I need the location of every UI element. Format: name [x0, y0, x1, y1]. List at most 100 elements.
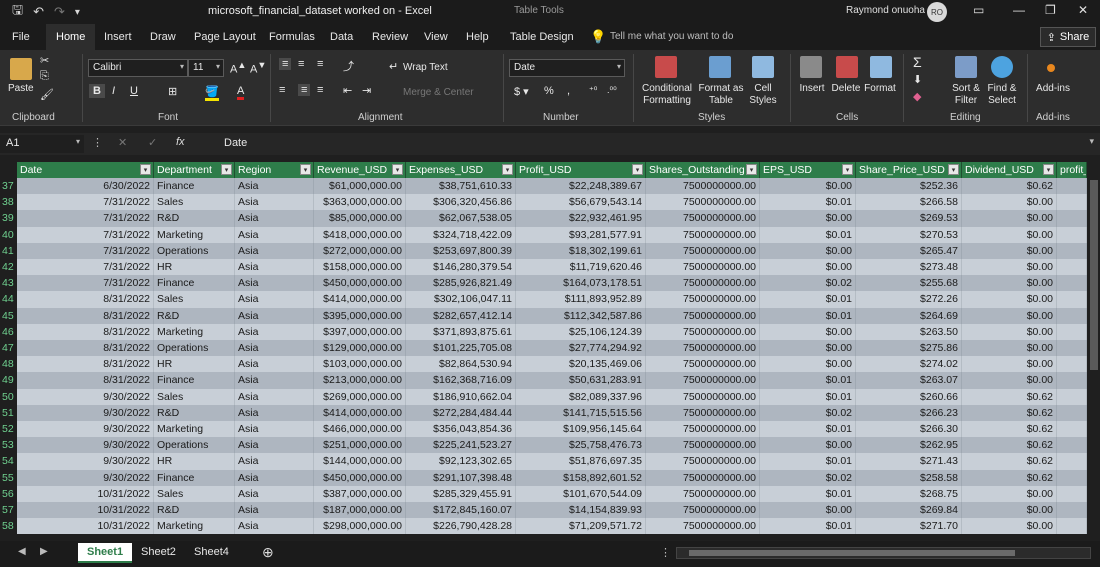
- table-cell[interactable]: $363,000,000.00: [314, 194, 406, 211]
- table-cell[interactable]: $270.53: [856, 226, 962, 243]
- user-name[interactable]: Raymond onuoha: [846, 5, 925, 16]
- table-cell[interactable]: [1057, 210, 1087, 227]
- table-cell[interactable]: 6/30/2022: [17, 178, 154, 195]
- table-cell[interactable]: $112,342,587.86: [516, 307, 646, 324]
- table-cell[interactable]: $158,892,601.52: [516, 469, 646, 486]
- font-color-icon[interactable]: A: [237, 85, 245, 100]
- table-cell[interactable]: Operations: [154, 437, 235, 454]
- table-cell[interactable]: $269.53: [856, 210, 962, 227]
- column-header[interactable]: Region ▾: [235, 162, 314, 178]
- table-cell[interactable]: $269,000,000.00: [314, 388, 406, 405]
- close-icon[interactable]: ✕: [1078, 3, 1088, 17]
- table-cell[interactable]: $0.00: [962, 502, 1057, 519]
- table-cell[interactable]: [1057, 275, 1087, 292]
- table-cell[interactable]: $273.48: [856, 259, 962, 276]
- table-cell[interactable]: $71,209,571.72: [516, 518, 646, 535]
- table-cell[interactable]: $302,106,047.11: [406, 291, 516, 308]
- table-cell[interactable]: $275.86: [856, 340, 962, 357]
- align-bottom-icon[interactable]: ≡: [317, 58, 323, 70]
- table-cell[interactable]: Sales: [154, 194, 235, 211]
- table-cell[interactable]: $85,000,000.00: [314, 210, 406, 227]
- table-cell[interactable]: $255.68: [856, 275, 962, 292]
- table-cell[interactable]: 7500000000.00: [646, 340, 760, 357]
- row-number[interactable]: 52: [0, 421, 17, 438]
- row-number[interactable]: 54: [0, 453, 17, 470]
- table-cell[interactable]: $0.00: [760, 437, 856, 454]
- table-cell[interactable]: $266.23: [856, 404, 962, 421]
- save-icon[interactable]: 🖫: [12, 1, 23, 23]
- table-cell[interactable]: $387,000,000.00: [314, 485, 406, 502]
- table-cell[interactable]: $266.58: [856, 194, 962, 211]
- table-cell[interactable]: $109,956,145.64: [516, 421, 646, 438]
- percent-icon[interactable]: %: [544, 85, 554, 97]
- table-cell[interactable]: 7500000000.00: [646, 275, 760, 292]
- table-cell[interactable]: $450,000,000.00: [314, 275, 406, 292]
- table-cell[interactable]: $0.00: [760, 259, 856, 276]
- increase-font-icon[interactable]: A▲: [230, 60, 246, 76]
- share-button[interactable]: ⇪ Share: [1040, 27, 1096, 47]
- fill-icon[interactable]: ⬇: [913, 73, 922, 86]
- row-number[interactable]: 41: [0, 242, 17, 259]
- table-cell[interactable]: $0.00: [760, 323, 856, 340]
- table-cell[interactable]: Asia: [235, 485, 314, 502]
- table-cell[interactable]: $0.62: [962, 421, 1057, 438]
- customize-toolbar-icon[interactable]: ▾: [75, 7, 80, 18]
- table-cell[interactable]: $187,000,000.00: [314, 502, 406, 519]
- table-cell[interactable]: $162,368,716.09: [406, 372, 516, 389]
- table-cell[interactable]: Finance: [154, 469, 235, 486]
- table-cell[interactable]: 10/31/2022: [17, 502, 154, 519]
- filter-dropdown-icon[interactable]: ▾: [502, 164, 513, 175]
- table-cell[interactable]: [1057, 437, 1087, 454]
- spreadsheet-grid[interactable]: Date ▾ Department ▾ Region ▾ Revenue_USD ▾ Expen…: [0, 162, 1100, 536]
- table-cell[interactable]: $0.00: [962, 194, 1057, 211]
- table-cell[interactable]: 7/31/2022: [17, 259, 154, 276]
- format-as-table-icon[interactable]: [709, 56, 731, 78]
- table-cell[interactable]: 8/31/2022: [17, 323, 154, 340]
- table-cell[interactable]: $466,000,000.00: [314, 421, 406, 438]
- table-cell[interactable]: $61,000,000.00: [314, 178, 406, 195]
- redo-icon[interactable]: ↷: [54, 4, 65, 20]
- table-cell[interactable]: Asia: [235, 178, 314, 195]
- table-cell[interactable]: $27,774,294.92: [516, 340, 646, 357]
- table-cell[interactable]: $263.50: [856, 323, 962, 340]
- table-cell[interactable]: $397,000,000.00: [314, 323, 406, 340]
- table-cell[interactable]: 7/31/2022: [17, 194, 154, 211]
- table-cell[interactable]: [1057, 242, 1087, 259]
- table-cell[interactable]: $414,000,000.00: [314, 404, 406, 421]
- column-header[interactable]: Date ▾: [17, 162, 154, 178]
- table-cell[interactable]: $14,154,839.93: [516, 502, 646, 519]
- table-cell[interactable]: 7500000000.00: [646, 291, 760, 308]
- column-header[interactable]: Shares_Outstanding ▾: [646, 162, 760, 178]
- delete-cells-button[interactable]: Delete: [830, 83, 862, 95]
- table-cell[interactable]: [1057, 404, 1087, 421]
- table-cell[interactable]: [1057, 226, 1087, 243]
- table-cell[interactable]: $271.70: [856, 518, 962, 535]
- table-cell[interactable]: $0.00: [760, 356, 856, 373]
- table-cell[interactable]: $306,320,456.86: [406, 194, 516, 211]
- expand-formula-icon[interactable]: ▾: [1089, 136, 1094, 147]
- table-cell[interactable]: $0.01: [760, 194, 856, 211]
- row-number[interactable]: 48: [0, 356, 17, 373]
- table-cell[interactable]: 7500000000.00: [646, 485, 760, 502]
- format-cells-button[interactable]: Format: [863, 83, 897, 95]
- addins-button[interactable]: Add-ins: [1033, 83, 1073, 95]
- table-cell[interactable]: Asia: [235, 404, 314, 421]
- table-cell[interactable]: R&D: [154, 404, 235, 421]
- fill-color-icon[interactable]: 🪣: [205, 85, 219, 101]
- table-cell[interactable]: $111,893,952.89: [516, 291, 646, 308]
- row-number[interactable]: 46: [0, 323, 17, 340]
- row-number[interactable]: 44: [0, 291, 17, 308]
- table-cell[interactable]: $18,302,199.61: [516, 242, 646, 259]
- align-center-icon[interactable]: ≡: [298, 84, 311, 96]
- find-select-button[interactable]: Find & Select: [984, 83, 1020, 107]
- tab-insert[interactable]: Insert: [104, 31, 132, 43]
- table-cell[interactable]: Asia: [235, 307, 314, 324]
- table-cell[interactable]: $285,926,821.49: [406, 275, 516, 292]
- cell-styles-button[interactable]: Cell Styles: [743, 83, 783, 107]
- table-cell[interactable]: Marketing: [154, 421, 235, 438]
- table-cell[interactable]: $395,000,000.00: [314, 307, 406, 324]
- cell-styles-icon[interactable]: [752, 56, 774, 78]
- table-cell[interactable]: $0.02: [760, 469, 856, 486]
- tab-data[interactable]: Data: [330, 31, 353, 43]
- table-cell[interactable]: $265.47: [856, 242, 962, 259]
